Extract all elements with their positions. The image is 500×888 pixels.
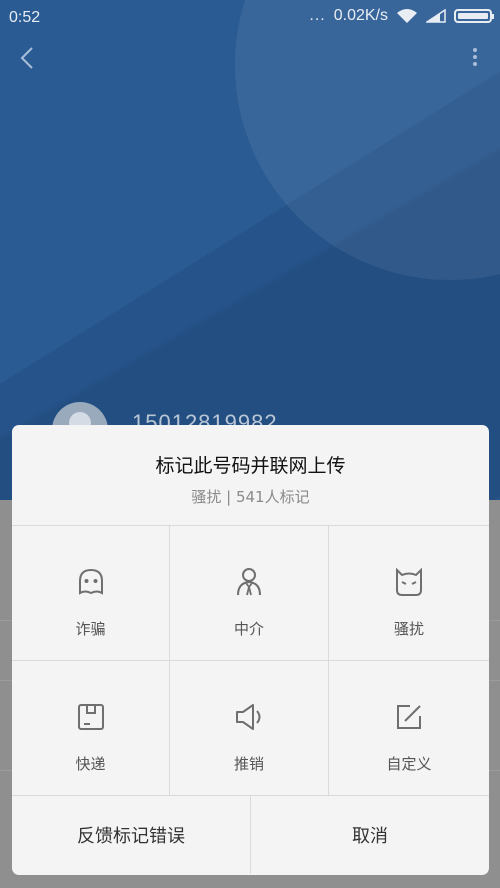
dialog-footer: 反馈标记错误 取消 [12, 796, 489, 874]
scam-face-icon [78, 568, 103, 595]
more-menu-icon[interactable] [470, 45, 480, 71]
option-label: 中介 [233, 620, 264, 638]
battery-icon [454, 9, 494, 23]
cancel-button[interactable]: 取消 [250, 796, 489, 874]
back-arrow-icon[interactable] [14, 44, 42, 72]
option-scam[interactable]: 诈骗 [12, 526, 170, 661]
dialog-subtitle: 骚扰 | 541人标记 [191, 488, 310, 506]
megaphone-icon [236, 704, 261, 730]
option-delivery[interactable]: 快递 [12, 661, 170, 796]
network-speed: 0.02K/s [333, 7, 388, 24]
edit-icon [397, 705, 421, 729]
option-sales[interactable]: 推销 [170, 661, 329, 796]
dialog-title: 标记此号码并联网上传 [155, 455, 346, 477]
option-harass[interactable]: 骚扰 [329, 526, 489, 661]
option-label: 骚扰 [393, 620, 424, 638]
status-bar: 0:52 ... 0.02K/s [0, 0, 500, 36]
notification-dots: ... [309, 7, 326, 24]
option-agent[interactable]: 中介 [170, 526, 329, 661]
mark-number-dialog: 标记此号码并联网上传 骚扰 | 541人标记 诈骗 中介 骚扰 快递 推销 自定… [12, 425, 489, 875]
option-label: 快递 [75, 755, 106, 773]
option-label: 诈骗 [75, 620, 106, 638]
delivery-box-icon [77, 704, 104, 730]
agent-person-icon [237, 568, 261, 596]
option-label: 自定义 [386, 755, 432, 773]
signal-icon [426, 9, 446, 23]
option-custom[interactable]: 自定义 [329, 661, 489, 796]
status-time: 0:52 [9, 9, 41, 26]
dialog-header: 标记此号码并联网上传 骚扰 | 541人标记 [12, 425, 489, 526]
option-label: 推销 [233, 755, 264, 773]
harass-devil-icon [396, 567, 422, 596]
status-indicators: ... 0.02K/s [309, 7, 494, 25]
mark-options-grid: 诈骗 中介 骚扰 快递 推销 自定义 [12, 526, 489, 796]
feedback-error-button[interactable]: 反馈标记错误 [12, 796, 250, 874]
wifi-icon [397, 9, 417, 23]
